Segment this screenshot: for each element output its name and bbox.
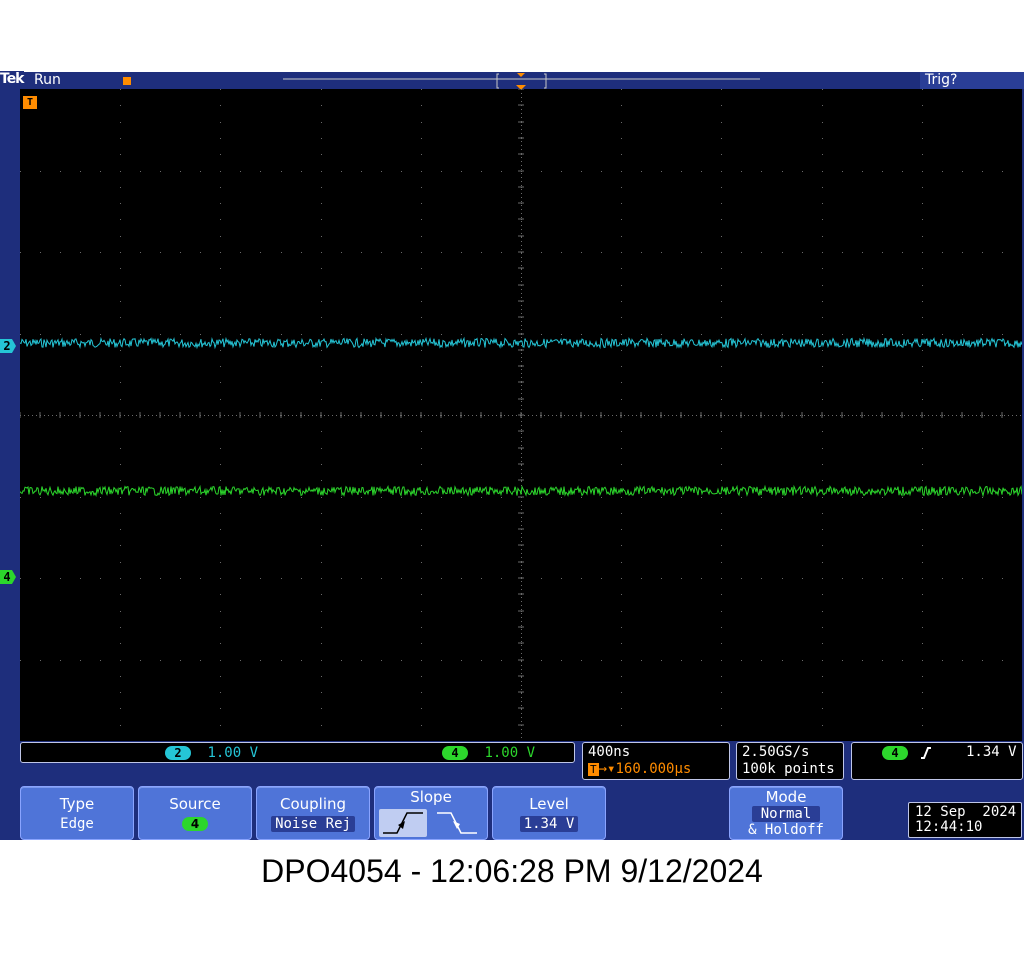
coupling-button[interactable]: Coupling Noise Rej bbox=[256, 786, 370, 840]
type-button[interactable]: Type Edge bbox=[20, 786, 134, 840]
mode-label: Mode bbox=[765, 788, 807, 806]
record-length: 100k points bbox=[742, 761, 835, 777]
rising-slope-icon bbox=[383, 812, 423, 834]
ch2-scale: 1.00 V bbox=[207, 745, 259, 761]
ch4-scale: 1.00 V bbox=[484, 745, 536, 761]
source-label: Source bbox=[169, 795, 221, 813]
trigger-status: Trig? bbox=[925, 72, 958, 88]
trigger-level-readout: 1.34 V bbox=[966, 744, 1017, 760]
slope-button[interactable]: Slope bbox=[374, 786, 488, 840]
waveform-display bbox=[20, 336, 1022, 498]
level-button[interactable]: Level 1.34 V bbox=[492, 786, 606, 840]
trigger-status-box: Trig? bbox=[920, 72, 1024, 89]
level-label: Level bbox=[529, 795, 569, 813]
ch4-badge[interactable]: 4 bbox=[442, 746, 468, 760]
status-bar: Tek Run Trig? bbox=[0, 71, 1024, 89]
ch2-trace bbox=[20, 336, 1022, 350]
type-label: Type bbox=[59, 795, 95, 813]
mode-holdoff: & Holdoff bbox=[748, 822, 824, 838]
trigger-position-icon: T bbox=[23, 96, 37, 109]
falling-slope-icon bbox=[437, 812, 477, 834]
coupling-label: Coupling bbox=[279, 795, 347, 813]
trigger-readout[interactable]: 4 1.34 V bbox=[851, 742, 1023, 780]
level-value: 1.34 V bbox=[519, 816, 579, 832]
screenshot-caption: DPO4054 - 12:06:28 PM 9/12/2024 bbox=[261, 853, 763, 889]
type-value: Edge bbox=[60, 816, 94, 832]
date-time-display: 12 Sep 2024 12:44:10 bbox=[908, 802, 1022, 838]
sample-rate: 2.50GS/s bbox=[742, 744, 810, 760]
oscilloscope-screen: Tek Run Trig? T 2 4 2 1.00 V 4 1.00 V 40… bbox=[0, 71, 1024, 840]
source-button[interactable]: Source 4 bbox=[138, 786, 252, 840]
slope-falling-option[interactable] bbox=[433, 809, 481, 837]
trigger-t-icon: T bbox=[588, 763, 599, 776]
channel-readout-bar: 2 1.00 V 4 1.00 V bbox=[20, 742, 575, 763]
trigger-position-readout: T →▾160.000µs bbox=[588, 761, 692, 777]
ch2-badge[interactable]: 2 bbox=[165, 746, 191, 760]
record-trigger-icon bbox=[123, 77, 131, 85]
record-view-bar bbox=[123, 73, 760, 89]
graticule bbox=[20, 89, 1022, 741]
coupling-value: Noise Rej bbox=[271, 816, 355, 832]
time: 12:44:10 bbox=[915, 819, 983, 835]
source-value: 4 bbox=[182, 817, 208, 831]
slope-rising-option[interactable] bbox=[379, 809, 427, 837]
timebase-readout[interactable]: 400ns T →▾160.000µs bbox=[582, 742, 730, 780]
acquisition-readout: 2.50GS/s 100k points bbox=[736, 742, 844, 780]
ch4-ground-marker[interactable]: 4 bbox=[0, 570, 16, 584]
ch4-trace bbox=[20, 484, 1022, 498]
mode-button[interactable]: Mode Normal & Holdoff bbox=[729, 786, 843, 840]
date: 12 Sep 2024 bbox=[915, 804, 1017, 820]
ch2-ground-marker[interactable]: 2 bbox=[0, 339, 16, 353]
time-per-div: 400ns bbox=[588, 744, 631, 760]
trigger-position-value: 160.000µs bbox=[615, 761, 692, 777]
rising-edge-icon bbox=[921, 747, 931, 759]
slope-label: Slope bbox=[410, 788, 452, 806]
trigger-source-badge: 4 bbox=[882, 746, 908, 760]
mode-value: Normal bbox=[752, 806, 820, 822]
